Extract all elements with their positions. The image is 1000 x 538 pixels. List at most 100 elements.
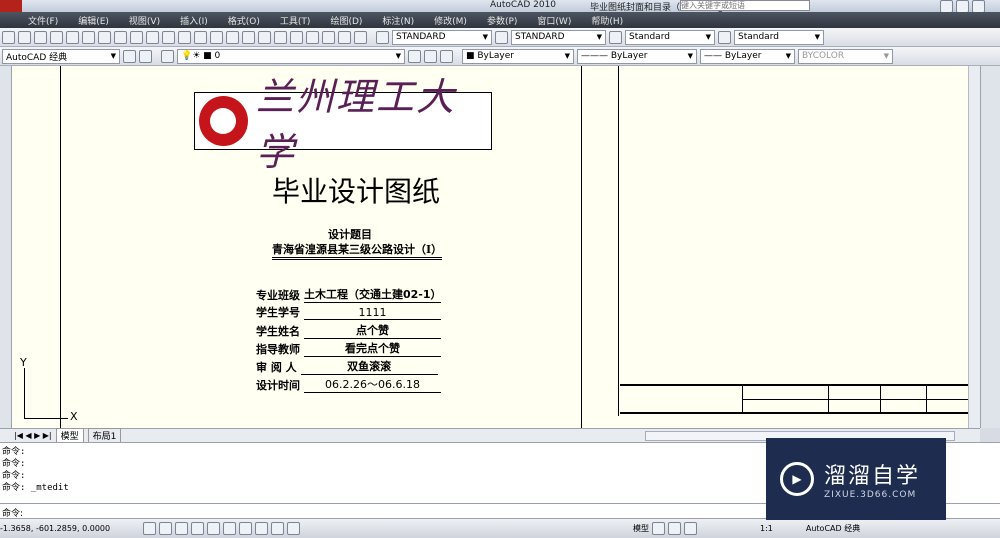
- ortho-icon[interactable]: [175, 522, 188, 535]
- zoom-previous-icon[interactable]: [258, 30, 271, 44]
- coordinates-readout: -1.3658, -601.2859, 0.0000: [0, 524, 111, 533]
- multileader-style-icon: [718, 30, 731, 44]
- menu-modify[interactable]: 修改(M): [434, 14, 467, 27]
- model-button[interactable]: 模型: [633, 523, 649, 534]
- layer-select[interactable]: 💡☀ ■ 0 ▼: [177, 48, 405, 64]
- pan-icon[interactable]: [668, 522, 681, 535]
- ducs-icon[interactable]: [239, 522, 252, 535]
- paste-icon[interactable]: [146, 30, 159, 44]
- quick-properties-icon[interactable]: [287, 522, 300, 535]
- make-current-layer-icon[interactable]: [408, 49, 421, 63]
- app-title: AutoCAD 2010: [490, 0, 557, 10]
- markup-icon[interactable]: [322, 30, 335, 44]
- redo-icon[interactable]: [194, 30, 207, 44]
- text-style-icon: [376, 30, 389, 44]
- multileader-style-select[interactable]: Standard ▼: [734, 29, 824, 45]
- lineweight-icon[interactable]: [271, 522, 284, 535]
- tab-nav-arrows[interactable]: |◀ ◀ ▶ ▶|: [14, 431, 52, 440]
- help-search-input[interactable]: [680, 0, 810, 11]
- field-row: 学生学号 1111: [256, 304, 441, 320]
- print-icon[interactable]: [50, 30, 63, 44]
- polar-icon[interactable]: [191, 522, 204, 535]
- plotstyle-select[interactable]: BYCOLOR ▼: [798, 48, 893, 64]
- modify-toolbar[interactable]: [980, 66, 1000, 428]
- layers-properties-toolbar: AutoCAD 经典 ▼ 💡☀ ■ 0 ▼ ■ ByLayer ▼ ——— ByLay…: [0, 47, 1000, 66]
- tool-palettes-icon[interactable]: [306, 30, 319, 44]
- drawing-canvas[interactable]: 兰州理工大学 毕业设计图纸 设计题目 青海省湟源县某三级公路设计（I） 专业班级…: [12, 66, 968, 428]
- annotation-scale[interactable]: 1:1: [760, 524, 773, 533]
- new-icon[interactable]: [2, 30, 15, 44]
- workspace-select[interactable]: AutoCAD 经典 ▼: [2, 48, 120, 64]
- menu-dimension[interactable]: 标注(N): [382, 14, 414, 27]
- design-center-icon[interactable]: [290, 30, 303, 44]
- field-row: 指导教师 看完点个赞: [256, 340, 441, 357]
- table-style-icon: [609, 30, 622, 44]
- ucs-icon: Y X: [20, 356, 78, 423]
- window-controls: [940, 0, 1000, 13]
- menu-edit[interactable]: 编辑(E): [78, 14, 109, 27]
- menu-help[interactable]: 帮助(H): [591, 14, 623, 27]
- cut-icon[interactable]: [114, 30, 127, 44]
- menu-tools[interactable]: 工具(T): [280, 14, 311, 27]
- open-icon[interactable]: [18, 30, 31, 44]
- calculator-icon[interactable]: [338, 30, 351, 44]
- menu-window[interactable]: 窗口(W): [537, 14, 571, 27]
- osnap-icon[interactable]: [207, 522, 220, 535]
- title-block-table: [620, 384, 968, 414]
- snap-icon[interactable]: [143, 522, 156, 535]
- watermark: ▶ 溜溜自学 ZIXUE.3D66.COM: [766, 438, 946, 520]
- menu-file[interactable]: 文件(F): [28, 14, 58, 27]
- lineweight-select[interactable]: —— ByLayer ▼: [700, 48, 795, 64]
- table-style-select[interactable]: Standard ▼: [625, 29, 715, 45]
- dim-style-icon: [495, 30, 508, 44]
- grid-icon[interactable]: [159, 522, 172, 535]
- 3d-icon[interactable]: [98, 30, 111, 44]
- topic-label: 设计题目: [328, 228, 372, 241]
- otrack-icon[interactable]: [223, 522, 236, 535]
- field-row: 专业班级 土木工程（交通土建02-1）: [256, 288, 442, 303]
- menu-draw[interactable]: 绘图(D): [330, 14, 362, 27]
- zoom-realtime-icon[interactable]: [226, 30, 239, 44]
- workspace-switch[interactable]: AutoCAD 经典: [806, 523, 860, 534]
- status-bar: -1.3658, -601.2859, 0.0000 模型 1:1 AutoCA…: [0, 518, 1000, 538]
- linetype-select[interactable]: ——— ByLayer ▼: [577, 48, 697, 64]
- pan-icon[interactable]: [210, 30, 223, 44]
- menu-bar: 文件(F) 编辑(E) 视图(V) 插入(I) 格式(O) 工具(T) 绘图(D…: [0, 12, 1000, 28]
- draw-toolbar[interactable]: [0, 66, 12, 428]
- doc-title: 毕业设计图纸: [272, 175, 441, 208]
- border-line: [618, 66, 619, 416]
- field-row: 审 阅 人双鱼滚滚: [256, 358, 438, 375]
- menu-insert[interactable]: 插入(I): [180, 14, 208, 27]
- publish-icon[interactable]: [82, 30, 95, 44]
- vertical-scrollbar[interactable]: [968, 66, 980, 428]
- preview-icon[interactable]: [66, 30, 79, 44]
- dim-style-select[interactable]: STANDARD ▼: [511, 29, 606, 45]
- gear-icon[interactable]: [123, 49, 136, 63]
- dyn-icon[interactable]: [255, 522, 268, 535]
- tab-model[interactable]: 模型: [55, 428, 84, 443]
- menu-view[interactable]: 视图(V): [129, 14, 160, 27]
- text-style-select[interactable]: STANDARD ▼: [392, 29, 492, 45]
- tab-layout1[interactable]: 布局1: [87, 428, 122, 443]
- layer-previous-icon[interactable]: [424, 49, 437, 63]
- title-bar: AutoCAD 2010 毕业图纸封面和目录（模板).dwg: [0, 0, 1000, 28]
- field-row: 学生姓名 点个赞: [256, 322, 441, 339]
- help-icon[interactable]: [354, 30, 367, 44]
- undo-icon[interactable]: [178, 30, 191, 44]
- match-properties-icon[interactable]: [162, 30, 175, 44]
- properties-icon[interactable]: [274, 30, 287, 44]
- zoom-icon[interactable]: [684, 522, 697, 535]
- copy-icon[interactable]: [130, 30, 143, 44]
- color-select[interactable]: ■ ByLayer ▼: [462, 48, 574, 64]
- menu-parametric[interactable]: 参数(P): [487, 14, 517, 27]
- save-icon[interactable]: [34, 30, 47, 44]
- zoom-window-icon[interactable]: [242, 30, 255, 44]
- layer-manager-icon[interactable]: [161, 49, 174, 63]
- border-line: [581, 66, 582, 428]
- layout-icon[interactable]: [652, 522, 665, 535]
- university-name: 兰州理工大学: [255, 75, 456, 174]
- workspace-icon[interactable]: [139, 49, 152, 63]
- menu-format[interactable]: 格式(O): [228, 14, 260, 27]
- layer-states-icon[interactable]: [440, 49, 453, 63]
- standard-toolbar: STANDARD ▼ STANDARD ▼ Standard ▼ Standard ▼: [0, 28, 1000, 47]
